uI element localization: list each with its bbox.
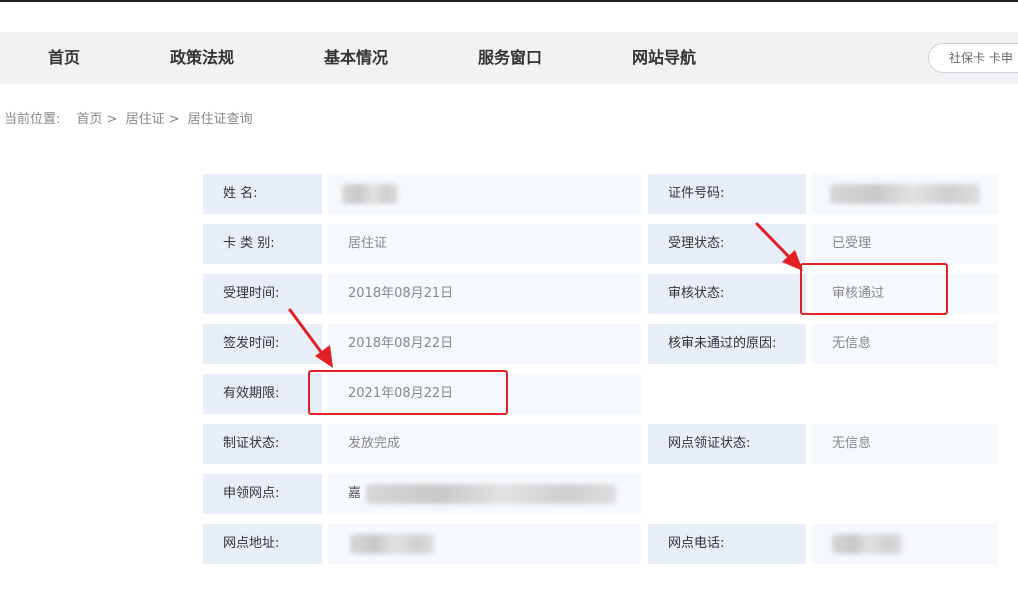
breadcrumb-residence-permit[interactable]: 居住证 — [126, 112, 165, 127]
main-nav: 首页 政策法规 基本情况 服务窗口 网站导航 社保卡 卡申 — [0, 32, 1018, 84]
breadcrumb-home[interactable]: 首页 — [77, 112, 103, 127]
nav-item-home[interactable]: 首页 — [48, 32, 80, 84]
highlight-box-valid-until — [308, 370, 508, 415]
nav-item-policy[interactable]: 政策法规 — [170, 32, 234, 84]
apply-point-value: 嘉 — [328, 474, 641, 514]
apply-point-label: 申领网点: — [203, 474, 322, 514]
redacted-id-number — [830, 184, 980, 204]
issue-time-label: 签发时间: — [203, 324, 322, 364]
card-type-value: 居住证 — [328, 224, 641, 264]
redacted-apply-point — [366, 484, 616, 504]
redacted-name — [342, 184, 398, 204]
accept-status-label: 受理状态: — [648, 224, 806, 264]
point-address-label: 网点地址: — [203, 524, 322, 564]
apply-point-text: 嘉 — [348, 486, 362, 501]
redacted-address — [350, 534, 434, 554]
window-top-border — [0, 0, 1018, 2]
id-number-label: 证件号码: — [648, 174, 806, 214]
nav-item-site-nav[interactable]: 网站导航 — [632, 32, 696, 84]
breadcrumb: 当前位置: 首页 > 居住证 > 居住证查询 — [4, 108, 255, 127]
accept-status-value: 已受理 — [812, 224, 998, 264]
accept-time-label: 受理时间: — [203, 274, 322, 314]
point-phone-value — [812, 524, 998, 564]
make-status-value: 发放完成 — [328, 424, 641, 464]
pickup-status-label: 网点领证状态: — [648, 424, 806, 464]
point-address-value — [328, 524, 641, 564]
point-phone-label: 网点电话: — [648, 524, 806, 564]
breadcrumb-current: 居住证查询 — [187, 112, 253, 127]
reject-reason-label: 核审未通过的原因: — [648, 324, 806, 364]
nav-item-service-window[interactable]: 服务窗口 — [478, 32, 542, 84]
make-status-label: 制证状态: — [203, 424, 322, 464]
review-status-label: 审核状态: — [648, 274, 806, 314]
search-input[interactable]: 社保卡 卡申 — [928, 43, 1018, 73]
valid-until-label: 有效期限: — [203, 374, 322, 414]
highlight-box-review-status — [800, 263, 948, 315]
name-value — [328, 174, 641, 214]
reject-reason-value: 无信息 — [812, 324, 998, 364]
accept-time-value: 2018年08月21日 — [328, 274, 641, 314]
issue-time-value: 2018年08月22日 — [328, 324, 641, 364]
redacted-phone — [832, 534, 902, 554]
id-number-value — [812, 174, 998, 214]
card-type-label: 卡 类 别: — [203, 224, 322, 264]
breadcrumb-separator: > — [168, 112, 180, 127]
pickup-status-value: 无信息 — [812, 424, 998, 464]
breadcrumb-separator: > — [106, 112, 118, 127]
name-label: 姓 名: — [203, 174, 322, 214]
breadcrumb-prefix: 当前位置: — [4, 112, 61, 127]
nav-item-basic-info[interactable]: 基本情况 — [324, 32, 388, 84]
